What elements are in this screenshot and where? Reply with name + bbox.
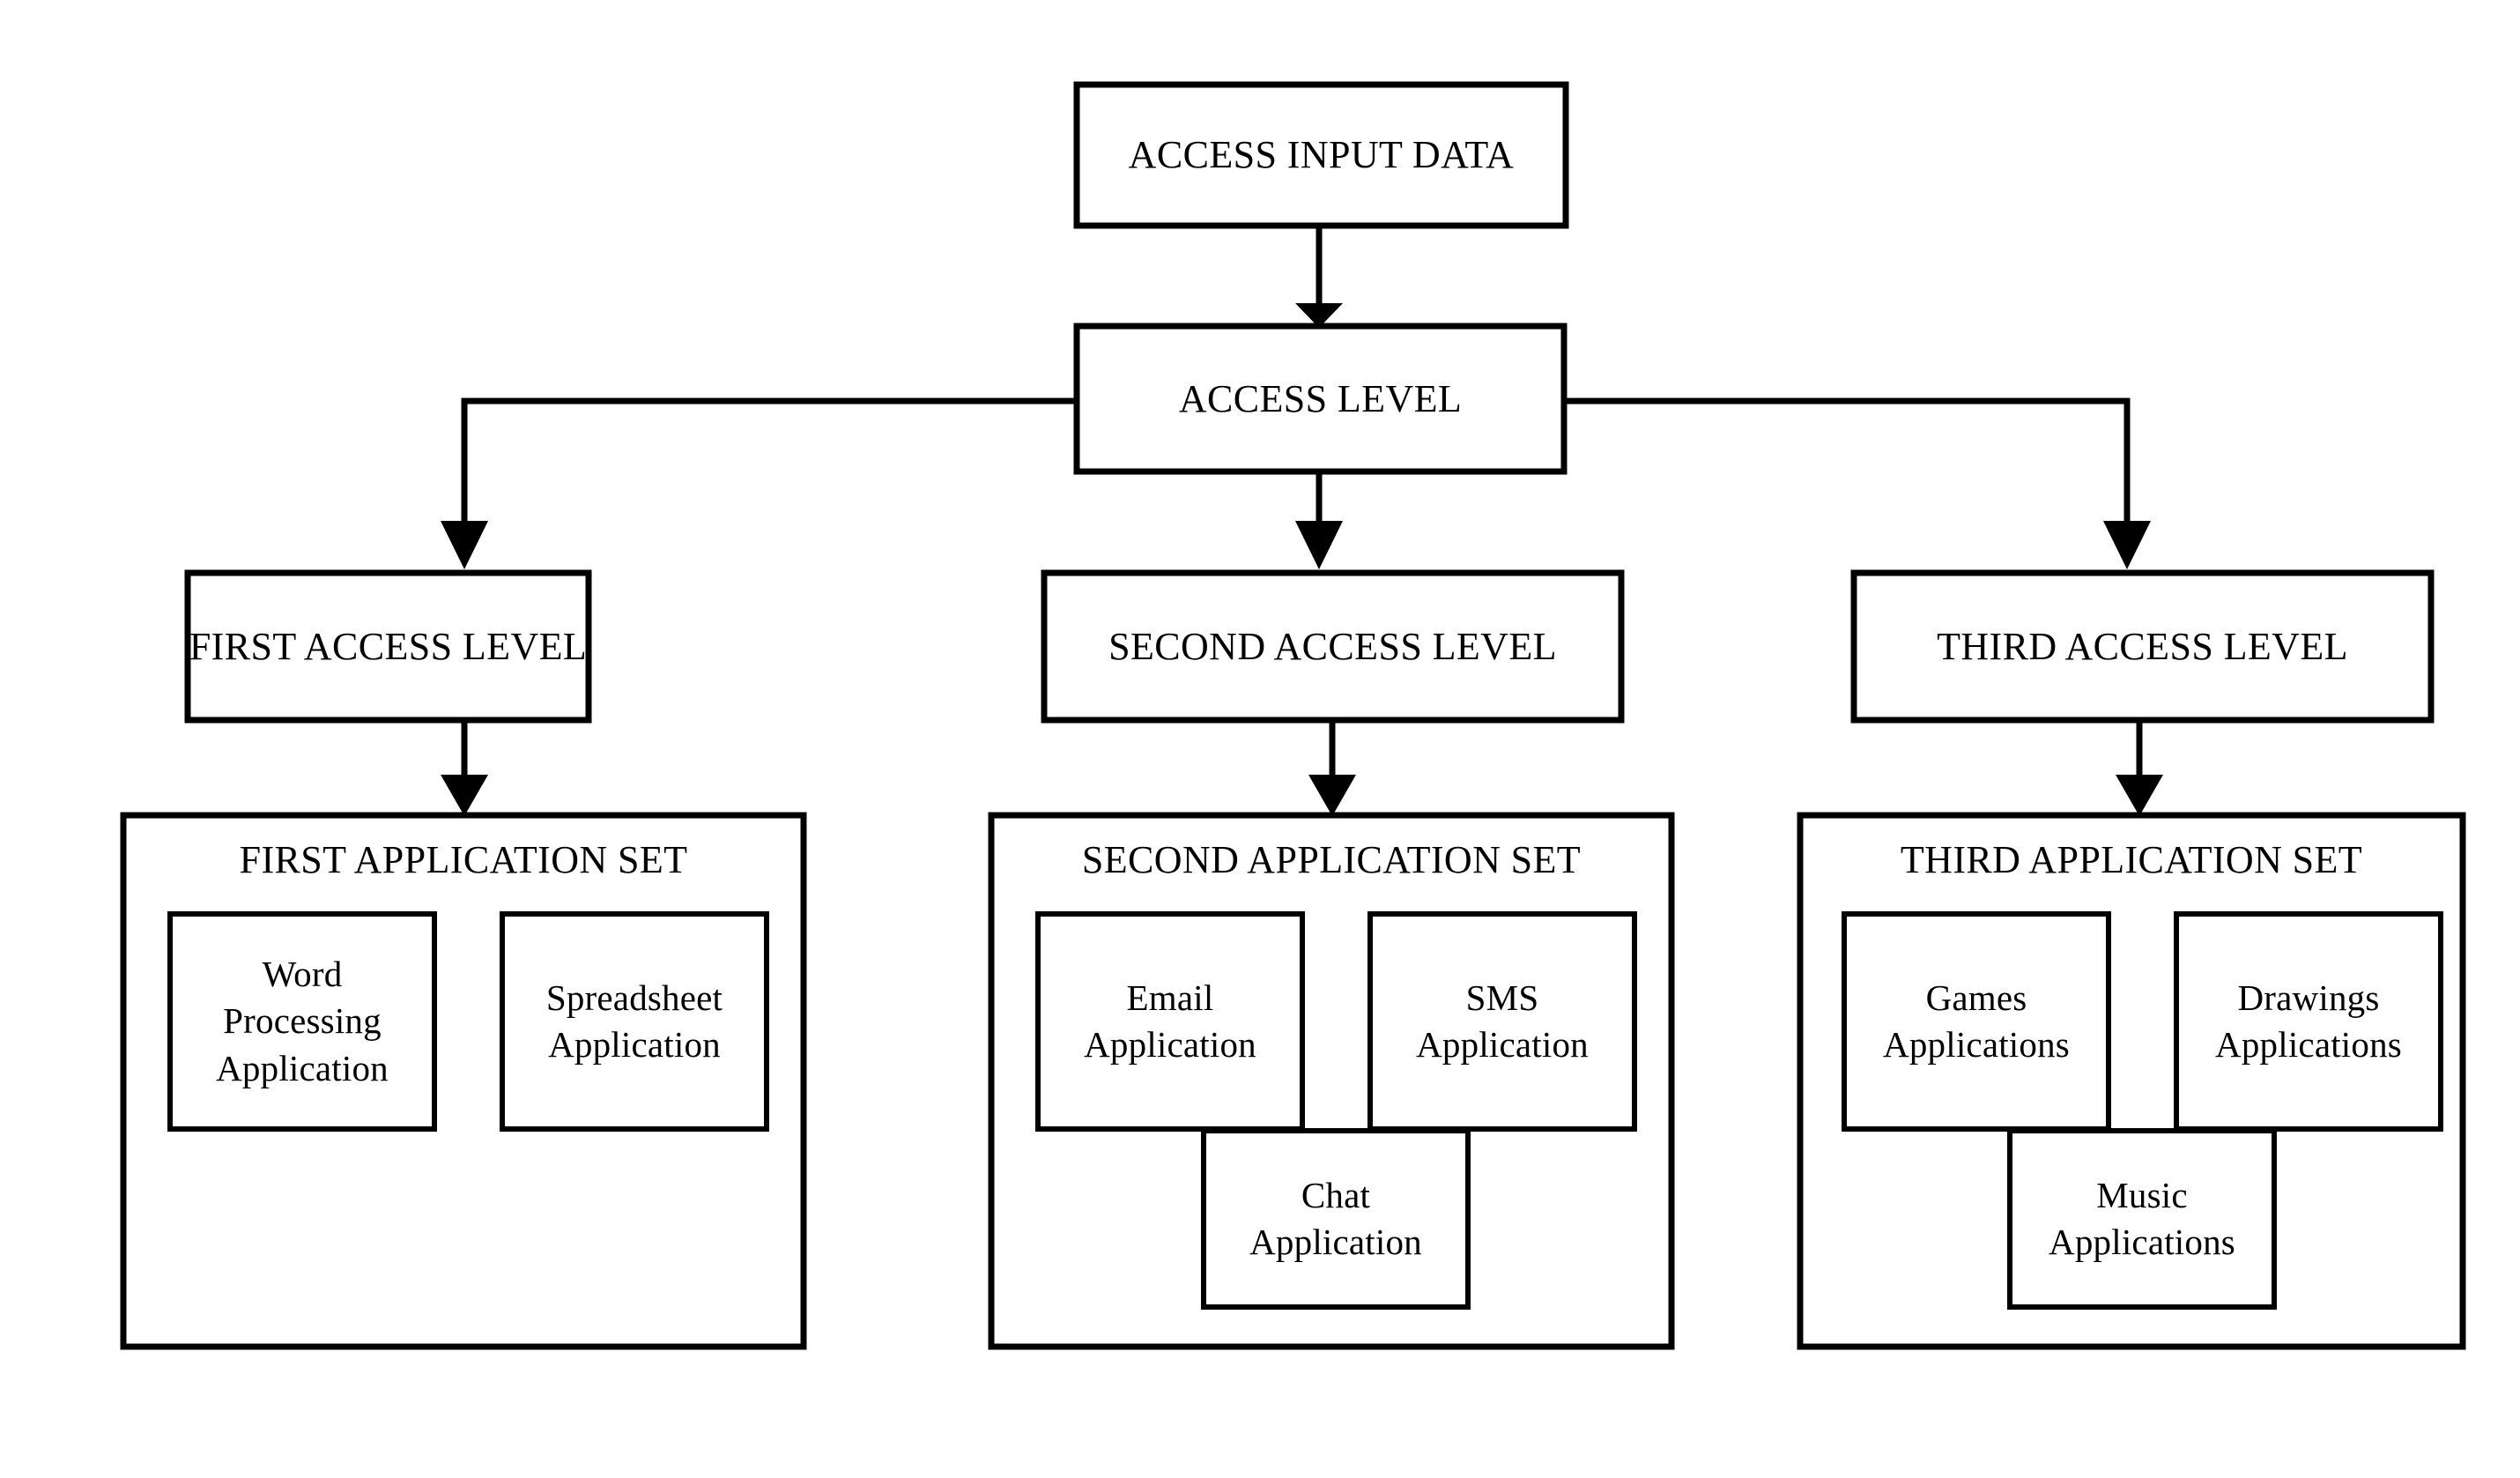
edge-input-to-access-level: [1295, 227, 1343, 328]
edge-access-level-to-third: [1564, 397, 2151, 569]
node-access-level[interactable]: [1073, 323, 1568, 475]
app-box-chat[interactable]: [1201, 1128, 1471, 1310]
app-box-word-processing[interactable]: [167, 911, 437, 1132]
app-box-sms[interactable]: [1367, 911, 1637, 1132]
edge-second-level-to-second-set: [1308, 721, 1356, 816]
node-access-input-data[interactable]: [1073, 81, 1569, 229]
node-third-access-level[interactable]: [1850, 569, 2435, 724]
edge-first-level-to-first-set: [441, 721, 488, 816]
flowchart-canvas: [120, 81, 2466, 1350]
flowchart-diagram: ACCESS INPUT DATA ACCESS LEVEL FIRST ACC…: [0, 0, 2520, 1478]
app-box-email[interactable]: [1035, 911, 1305, 1132]
edge-access-level-to-second: [1295, 472, 1343, 569]
app-box-spreadsheet[interactable]: [500, 911, 769, 1132]
app-box-games[interactable]: [1842, 911, 2111, 1132]
edge-third-level-to-third-set: [2116, 721, 2163, 816]
node-second-access-level[interactable]: [1041, 569, 1625, 724]
app-box-drawings[interactable]: [2174, 911, 2443, 1132]
app-box-music[interactable]: [2007, 1128, 2277, 1310]
node-first-access-level[interactable]: [184, 569, 592, 724]
edge-access-level-to-first: [441, 397, 1075, 569]
